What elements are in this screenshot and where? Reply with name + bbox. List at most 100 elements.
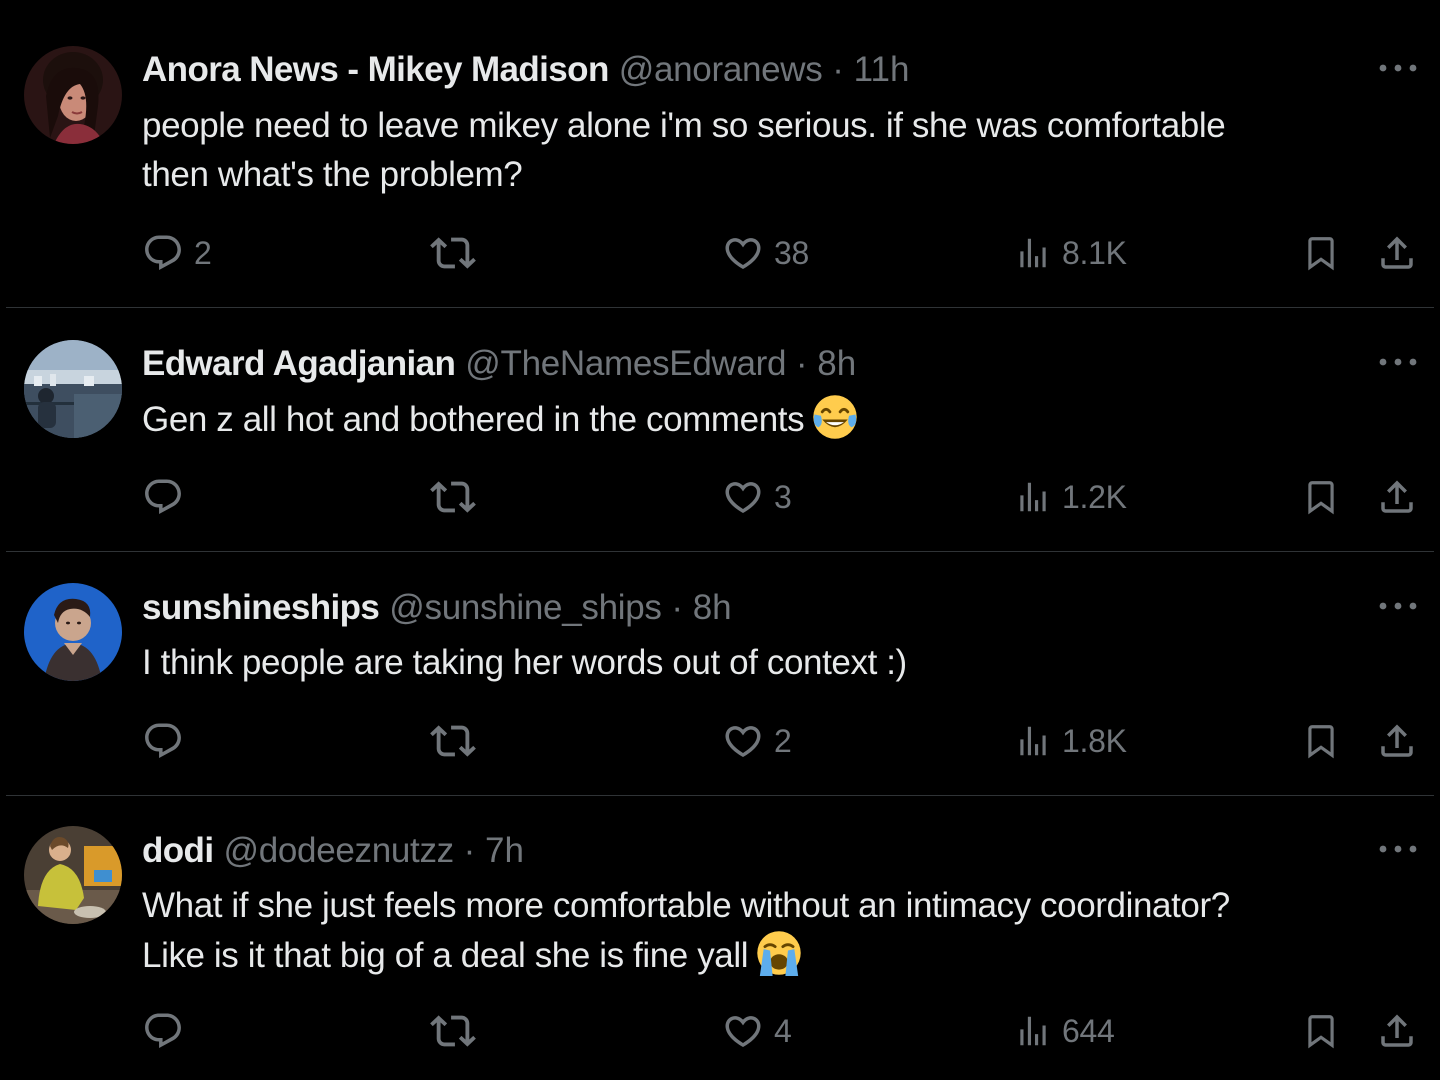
reply-button[interactable] bbox=[142, 1008, 194, 1054]
bookmark-icon bbox=[1302, 230, 1340, 276]
share-icon bbox=[1376, 718, 1418, 764]
more-options-icon[interactable] bbox=[1376, 352, 1420, 372]
user-handle[interactable]: @TheNamesEdward bbox=[465, 344, 786, 383]
tweet[interactable]: dodi @dodeeznutzz · 7h What if she just f… bbox=[0, 796, 1440, 1080]
views-button[interactable]: 1.2K bbox=[1014, 474, 1127, 520]
share-button[interactable] bbox=[1376, 1008, 1418, 1054]
views-icon bbox=[1014, 476, 1052, 518]
bookmark-button[interactable] bbox=[1302, 718, 1340, 764]
face-with-tears-of-joy-icon bbox=[812, 394, 858, 440]
heart-icon bbox=[722, 720, 764, 762]
tweet-header: Anora News - Mikey Madison @anoranews · 1… bbox=[142, 48, 909, 92]
heart-icon bbox=[722, 1010, 764, 1052]
heart-icon bbox=[722, 476, 764, 518]
reply-button[interactable] bbox=[142, 718, 194, 764]
retweet-button[interactable] bbox=[430, 474, 486, 520]
retweet-button[interactable] bbox=[430, 718, 486, 764]
bookmark-icon bbox=[1302, 1008, 1340, 1054]
share-button[interactable] bbox=[1376, 230, 1418, 276]
share-button[interactable] bbox=[1376, 718, 1418, 764]
separator: · bbox=[463, 831, 476, 870]
views-count: 1.2K bbox=[1062, 478, 1127, 515]
display-name[interactable]: Edward Agadjanian bbox=[142, 344, 456, 383]
reply-icon bbox=[142, 232, 184, 274]
tweet-text-line: What if she just feels more comfortable … bbox=[142, 886, 1230, 925]
views-button[interactable]: 644 bbox=[1014, 1008, 1115, 1054]
share-button[interactable] bbox=[1376, 474, 1418, 520]
more-options-icon[interactable] bbox=[1376, 839, 1420, 859]
bookmark-icon bbox=[1302, 474, 1340, 520]
loudly-crying-face-icon bbox=[756, 930, 802, 976]
user-handle[interactable]: @anoranews bbox=[619, 50, 823, 89]
bookmark-icon bbox=[1302, 718, 1340, 764]
views-icon bbox=[1014, 720, 1052, 762]
like-count: 38 bbox=[774, 234, 809, 271]
user-handle[interactable]: @dodeeznutzz bbox=[223, 831, 454, 870]
bookmark-button[interactable] bbox=[1302, 474, 1340, 520]
tweet-text-line: Gen z all hot and bothered in the commen… bbox=[142, 394, 1412, 444]
tweet[interactable]: sunshineships @sunshine_ships · 8h I thin… bbox=[0, 552, 1440, 795]
tweet-text-line: people need to leave mikey alone i'm so … bbox=[142, 106, 1226, 145]
tweet-text-line: I think people are taking her words out … bbox=[142, 643, 907, 682]
like-button[interactable]: 38 bbox=[722, 230, 809, 276]
views-count: 644 bbox=[1062, 1012, 1115, 1049]
tweet-text: people need to leave mikey alone i'm so … bbox=[142, 101, 1412, 199]
retweet-icon bbox=[430, 474, 476, 520]
retweet-icon bbox=[430, 230, 476, 276]
bookmark-button[interactable] bbox=[1302, 1008, 1340, 1054]
tweet-header: dodi @dodeeznutzz · 7h bbox=[142, 829, 524, 873]
timestamp[interactable]: 11h bbox=[854, 50, 910, 89]
views-count: 8.1K bbox=[1062, 234, 1127, 271]
timestamp[interactable]: 8h bbox=[817, 344, 856, 383]
separator: · bbox=[795, 344, 808, 383]
display-name[interactable]: Anora News - Mikey Madison bbox=[142, 50, 609, 89]
share-icon bbox=[1376, 1008, 1418, 1054]
avatar[interactable] bbox=[24, 46, 122, 144]
timestamp[interactable]: 7h bbox=[485, 831, 524, 870]
separator: · bbox=[832, 50, 844, 89]
tweet-text-line: then what's the problem? bbox=[142, 155, 523, 194]
reply-feed: Anora News - Mikey Madison @anoranews · 1… bbox=[0, 0, 1440, 1080]
like-count: 4 bbox=[774, 1012, 792, 1049]
display-name[interactable]: dodi bbox=[142, 831, 214, 870]
tweet-text: I think people are taking her words out … bbox=[142, 638, 1412, 687]
timestamp[interactable]: 8h bbox=[693, 588, 732, 627]
views-button[interactable]: 1.8K bbox=[1014, 718, 1127, 764]
user-handle[interactable]: @sunshine_ships bbox=[389, 588, 662, 627]
reply-button[interactable] bbox=[142, 474, 194, 520]
like-button[interactable]: 2 bbox=[722, 718, 792, 764]
retweet-icon bbox=[430, 718, 476, 764]
reply-icon bbox=[142, 476, 184, 518]
tweet-header: Edward Agadjanian @TheNamesEdward · 8h bbox=[142, 342, 856, 386]
tweet-text: What if she just feels more comfortable … bbox=[142, 881, 1412, 980]
tweet-text: Gen z all hot and bothered in the commen… bbox=[142, 394, 1412, 444]
share-icon bbox=[1376, 230, 1418, 276]
avatar[interactable] bbox=[24, 583, 122, 681]
retweet-button[interactable] bbox=[430, 1008, 486, 1054]
tweet-text-line: Like is it that big of a deal she is fin… bbox=[142, 930, 1412, 980]
like-button[interactable]: 3 bbox=[722, 474, 792, 520]
views-icon bbox=[1014, 232, 1052, 274]
like-button[interactable]: 4 bbox=[722, 1008, 792, 1054]
separator: · bbox=[671, 588, 683, 627]
views-count: 1.8K bbox=[1062, 722, 1127, 759]
tweet[interactable]: Edward Agadjanian @TheNamesEdward · 8h Ge… bbox=[0, 308, 1440, 551]
share-icon bbox=[1376, 474, 1418, 520]
reply-icon bbox=[142, 1010, 184, 1052]
heart-icon bbox=[722, 232, 764, 274]
reply-icon bbox=[142, 720, 184, 762]
reply-count: 2 bbox=[194, 234, 212, 271]
tweet[interactable]: Anora News - Mikey Madison @anoranews · 1… bbox=[0, 0, 1440, 307]
like-count: 2 bbox=[774, 722, 792, 759]
reply-button[interactable]: 2 bbox=[142, 230, 212, 276]
tweet-header: sunshineships @sunshine_ships · 8h bbox=[142, 586, 732, 630]
retweet-button[interactable] bbox=[430, 230, 486, 276]
more-options-icon[interactable] bbox=[1376, 58, 1420, 78]
views-button[interactable]: 8.1K bbox=[1014, 230, 1127, 276]
like-count: 3 bbox=[774, 478, 792, 515]
avatar[interactable] bbox=[24, 340, 122, 438]
bookmark-button[interactable] bbox=[1302, 230, 1340, 276]
more-options-icon[interactable] bbox=[1376, 596, 1420, 616]
avatar[interactable] bbox=[24, 826, 122, 924]
display-name[interactable]: sunshineships bbox=[142, 588, 380, 627]
